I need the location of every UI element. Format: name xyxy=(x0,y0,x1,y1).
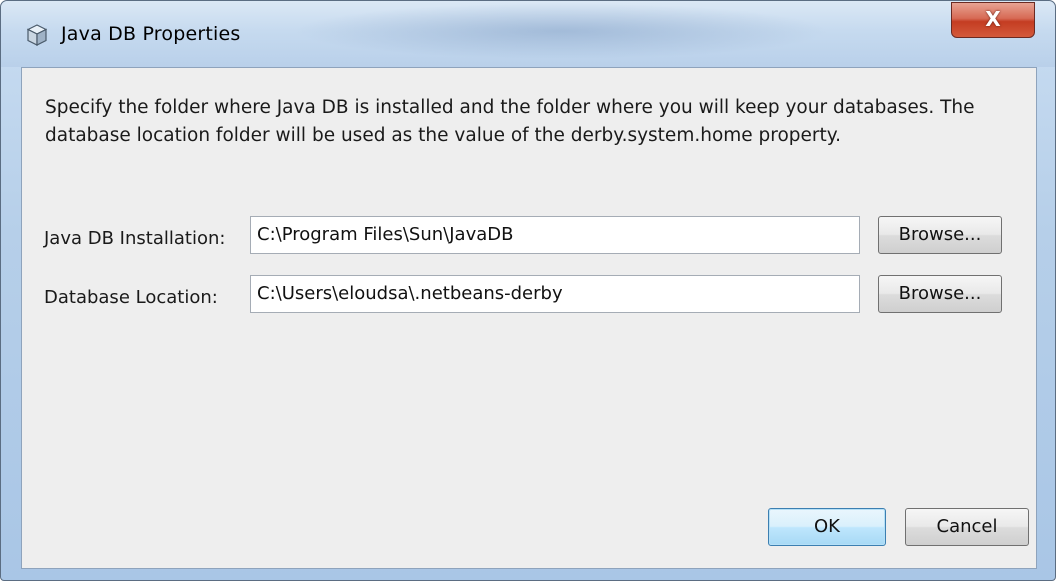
ok-button[interactable]: OK xyxy=(768,508,886,546)
close-button[interactable]: X xyxy=(951,2,1035,38)
cancel-button[interactable]: Cancel xyxy=(905,508,1029,546)
dialog-window: Java DB Properties X Specify the folder … xyxy=(0,0,1056,581)
title-bar[interactable]: Java DB Properties X xyxy=(1,1,1055,67)
description-text: Specify the folder where Java DB is inst… xyxy=(45,97,975,146)
browse-location-button[interactable]: Browse... xyxy=(878,275,1002,313)
close-icon: X xyxy=(985,7,1001,31)
java-db-installation-label: Java DB Installation: xyxy=(44,228,226,249)
database-location-input[interactable]: C:\Users\eloudsa\.netbeans-derby xyxy=(250,275,860,313)
java-db-installation-input[interactable]: C:\Program Files\Sun\JavaDB xyxy=(250,216,860,254)
browse-installation-button[interactable]: Browse... xyxy=(878,216,1002,254)
window-title: Java DB Properties xyxy=(61,23,241,45)
dialog-content: Specify the folder where Java DB is inst… xyxy=(21,67,1037,569)
cube-icon xyxy=(27,24,47,46)
database-location-label: Database Location: xyxy=(44,287,218,308)
